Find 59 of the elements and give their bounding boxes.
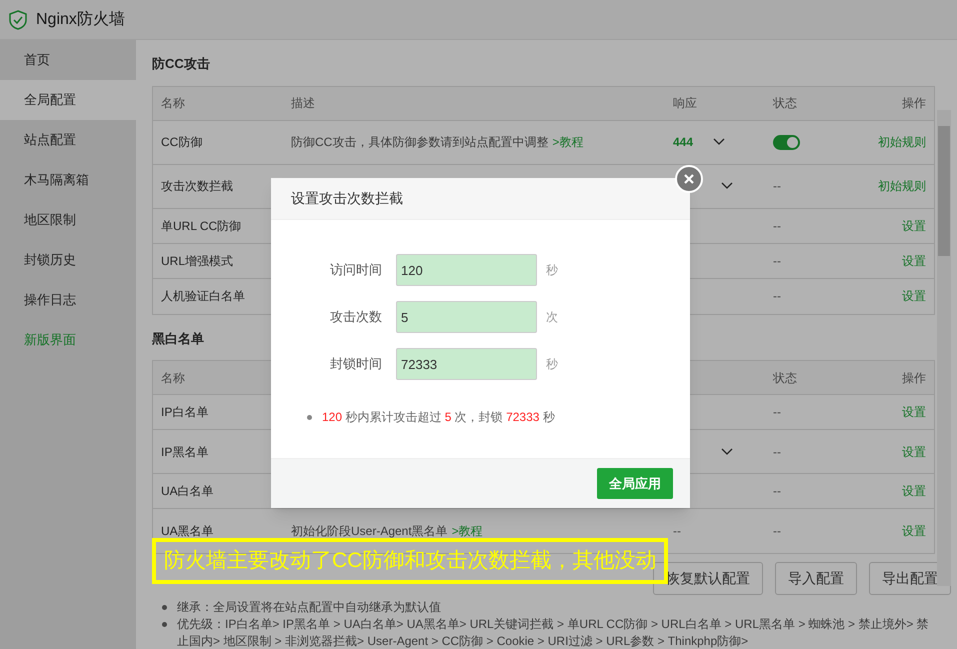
- input-field[interactable]: 120: [396, 254, 537, 286]
- note-text: 继承：全局设置将在站点配置中自动继承为默认值: [177, 599, 441, 616]
- table-cell-text: UA黑名单: [161, 523, 215, 540]
- toggle-switch[interactable]: [773, 134, 800, 150]
- table-cell-text: 攻击次数拦截: [161, 178, 234, 195]
- column-header: 响应: [673, 95, 698, 112]
- dialog-title: 设置攻击次数拦截: [271, 178, 690, 220]
- table-cell-text: --: [773, 483, 781, 500]
- sidebar-item[interactable]: 全局配置: [0, 80, 136, 120]
- table-cell-text: 单URL CC防御: [161, 218, 242, 234]
- table-cell-text: --: [773, 404, 781, 421]
- table-cell-text: IP黑名单: [161, 444, 210, 460]
- field-label: 访问时间: [329, 261, 383, 280]
- table-cell-text: URL增强模式: [161, 252, 234, 270]
- field-label: 封锁时间: [329, 355, 383, 374]
- table-cell-text: CC防御: [161, 134, 204, 151]
- note-text: 优先级：IP白名单> IP黑名单 > UA白名单> UA黑名单> URL关键词拦截 > 单URL CC防御 > URL白名单 > URL黑名单 > 蜘蛛池 > 禁止境外> 禁止国内> 地区限制 > 非浏览器拦截> User-Agent > CC防御 > Cookie > URI过滤 > URL参数 > Thinkphp防御>: [177, 616, 930, 649]
- column-header: 状态: [773, 95, 798, 112]
- column-header: 操作: [901, 95, 926, 112]
- section-title: 防CC攻击: [152, 55, 211, 73]
- close-icon[interactable]: [675, 165, 703, 193]
- scrollbar[interactable]: [937, 110, 951, 586]
- table-cell-text: IP白名单: [161, 404, 210, 421]
- table-cell: 防御CC攻击，具体防御参数请到站点配置中调整: [291, 135, 548, 149]
- table-cell-text: --: [773, 252, 781, 270]
- apply-button[interactable]: 全局应用: [597, 468, 673, 499]
- table-cell-text: UA白名单: [161, 483, 215, 500]
- table-cell: 初始化阶段User-Agent黑名单: [291, 524, 448, 538]
- table-cell-text: --: [773, 444, 781, 460]
- table-cell-text: --: [773, 288, 781, 305]
- table-cell-text: 444: [673, 134, 694, 151]
- table-cell-text: --: [773, 523, 781, 540]
- unit-label: 次: [546, 309, 558, 326]
- caption-banner: 防火墙主要改动了CC防御和攻击次数拦截，其他没动: [152, 538, 668, 584]
- table-cell-text: --: [773, 178, 781, 195]
- table-cell-text: --: [673, 523, 681, 540]
- shield-icon: [8, 10, 28, 30]
- summary-text: 120 秒内累计攻击超过 5 次，封锁 72333 秒: [322, 409, 555, 426]
- unit-label: 秒: [546, 356, 558, 373]
- chevron-down-icon[interactable]: [713, 138, 726, 146]
- config-button[interactable]: 导入配置: [775, 562, 857, 595]
- unit-label: 秒: [546, 262, 558, 279]
- bullet-icon: [307, 414, 312, 420]
- column-header: 名称: [161, 370, 186, 386]
- table-cell-text: --: [773, 218, 781, 234]
- field-label: 攻击次数: [329, 308, 383, 326]
- bullet-icon: [162, 605, 167, 610]
- column-header: 状态: [773, 370, 798, 386]
- column-header: 操作: [901, 370, 926, 386]
- table-cell-text: 人机验证白名单: [161, 288, 246, 305]
- chevron-down-icon[interactable]: [721, 448, 733, 456]
- chevron-down-icon[interactable]: [721, 182, 733, 190]
- column-header: 名称: [161, 95, 186, 112]
- input-field[interactable]: 72333: [396, 348, 537, 380]
- window-title: Nginx防火墙: [36, 10, 125, 30]
- column-header: 描述: [291, 95, 316, 112]
- section-title: 黑白名单: [152, 330, 205, 348]
- bullet-icon: [162, 622, 167, 627]
- input-field[interactable]: 5: [396, 301, 537, 333]
